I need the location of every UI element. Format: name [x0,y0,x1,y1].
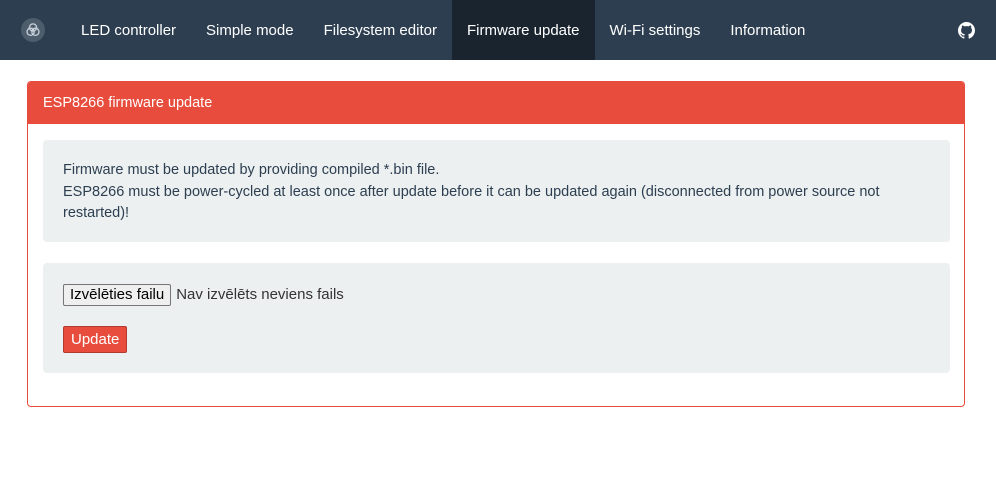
update-button[interactable]: Update [63,326,128,353]
nav-menu: LED controller Simple mode Filesystem ed… [66,0,820,60]
github-link[interactable] [936,0,996,60]
nav-item-filesystem-editor[interactable]: Filesystem editor [309,0,452,60]
file-input: Izvēlēties failu Nav izvēlēts neviens fa… [63,283,930,306]
app-logo-icon [21,18,45,42]
info-well: Firmware must be updated by providing co… [43,140,950,242]
firmware-update-panel: ESP8266 firmware update Firmware must be… [27,81,965,407]
file-status-text: Nav izvēlēts neviens fails [176,286,344,303]
upload-form: Izvēlēties failu Nav izvēlēts neviens fa… [43,263,950,373]
panel-title: ESP8266 firmware update [28,82,964,124]
nav-item-firmware-update[interactable]: Firmware update [451,0,595,60]
nav-item-information[interactable]: Information [715,0,820,60]
top-navbar: LED controller Simple mode Filesystem ed… [0,0,996,60]
choose-file-button[interactable]: Izvēlēties failu [63,283,172,306]
nav-item-led-controller[interactable]: LED controller [66,0,191,60]
nav-item-wifi-settings[interactable]: Wi-Fi settings [595,0,716,60]
nav-item-simple-mode[interactable]: Simple mode [191,0,309,60]
info-line-1: Firmware must be updated by providing co… [63,162,440,178]
brand-link[interactable] [0,0,66,60]
info-line-2: ESP8266 must be power-cycled at least on… [63,183,880,222]
github-icon [957,21,975,39]
